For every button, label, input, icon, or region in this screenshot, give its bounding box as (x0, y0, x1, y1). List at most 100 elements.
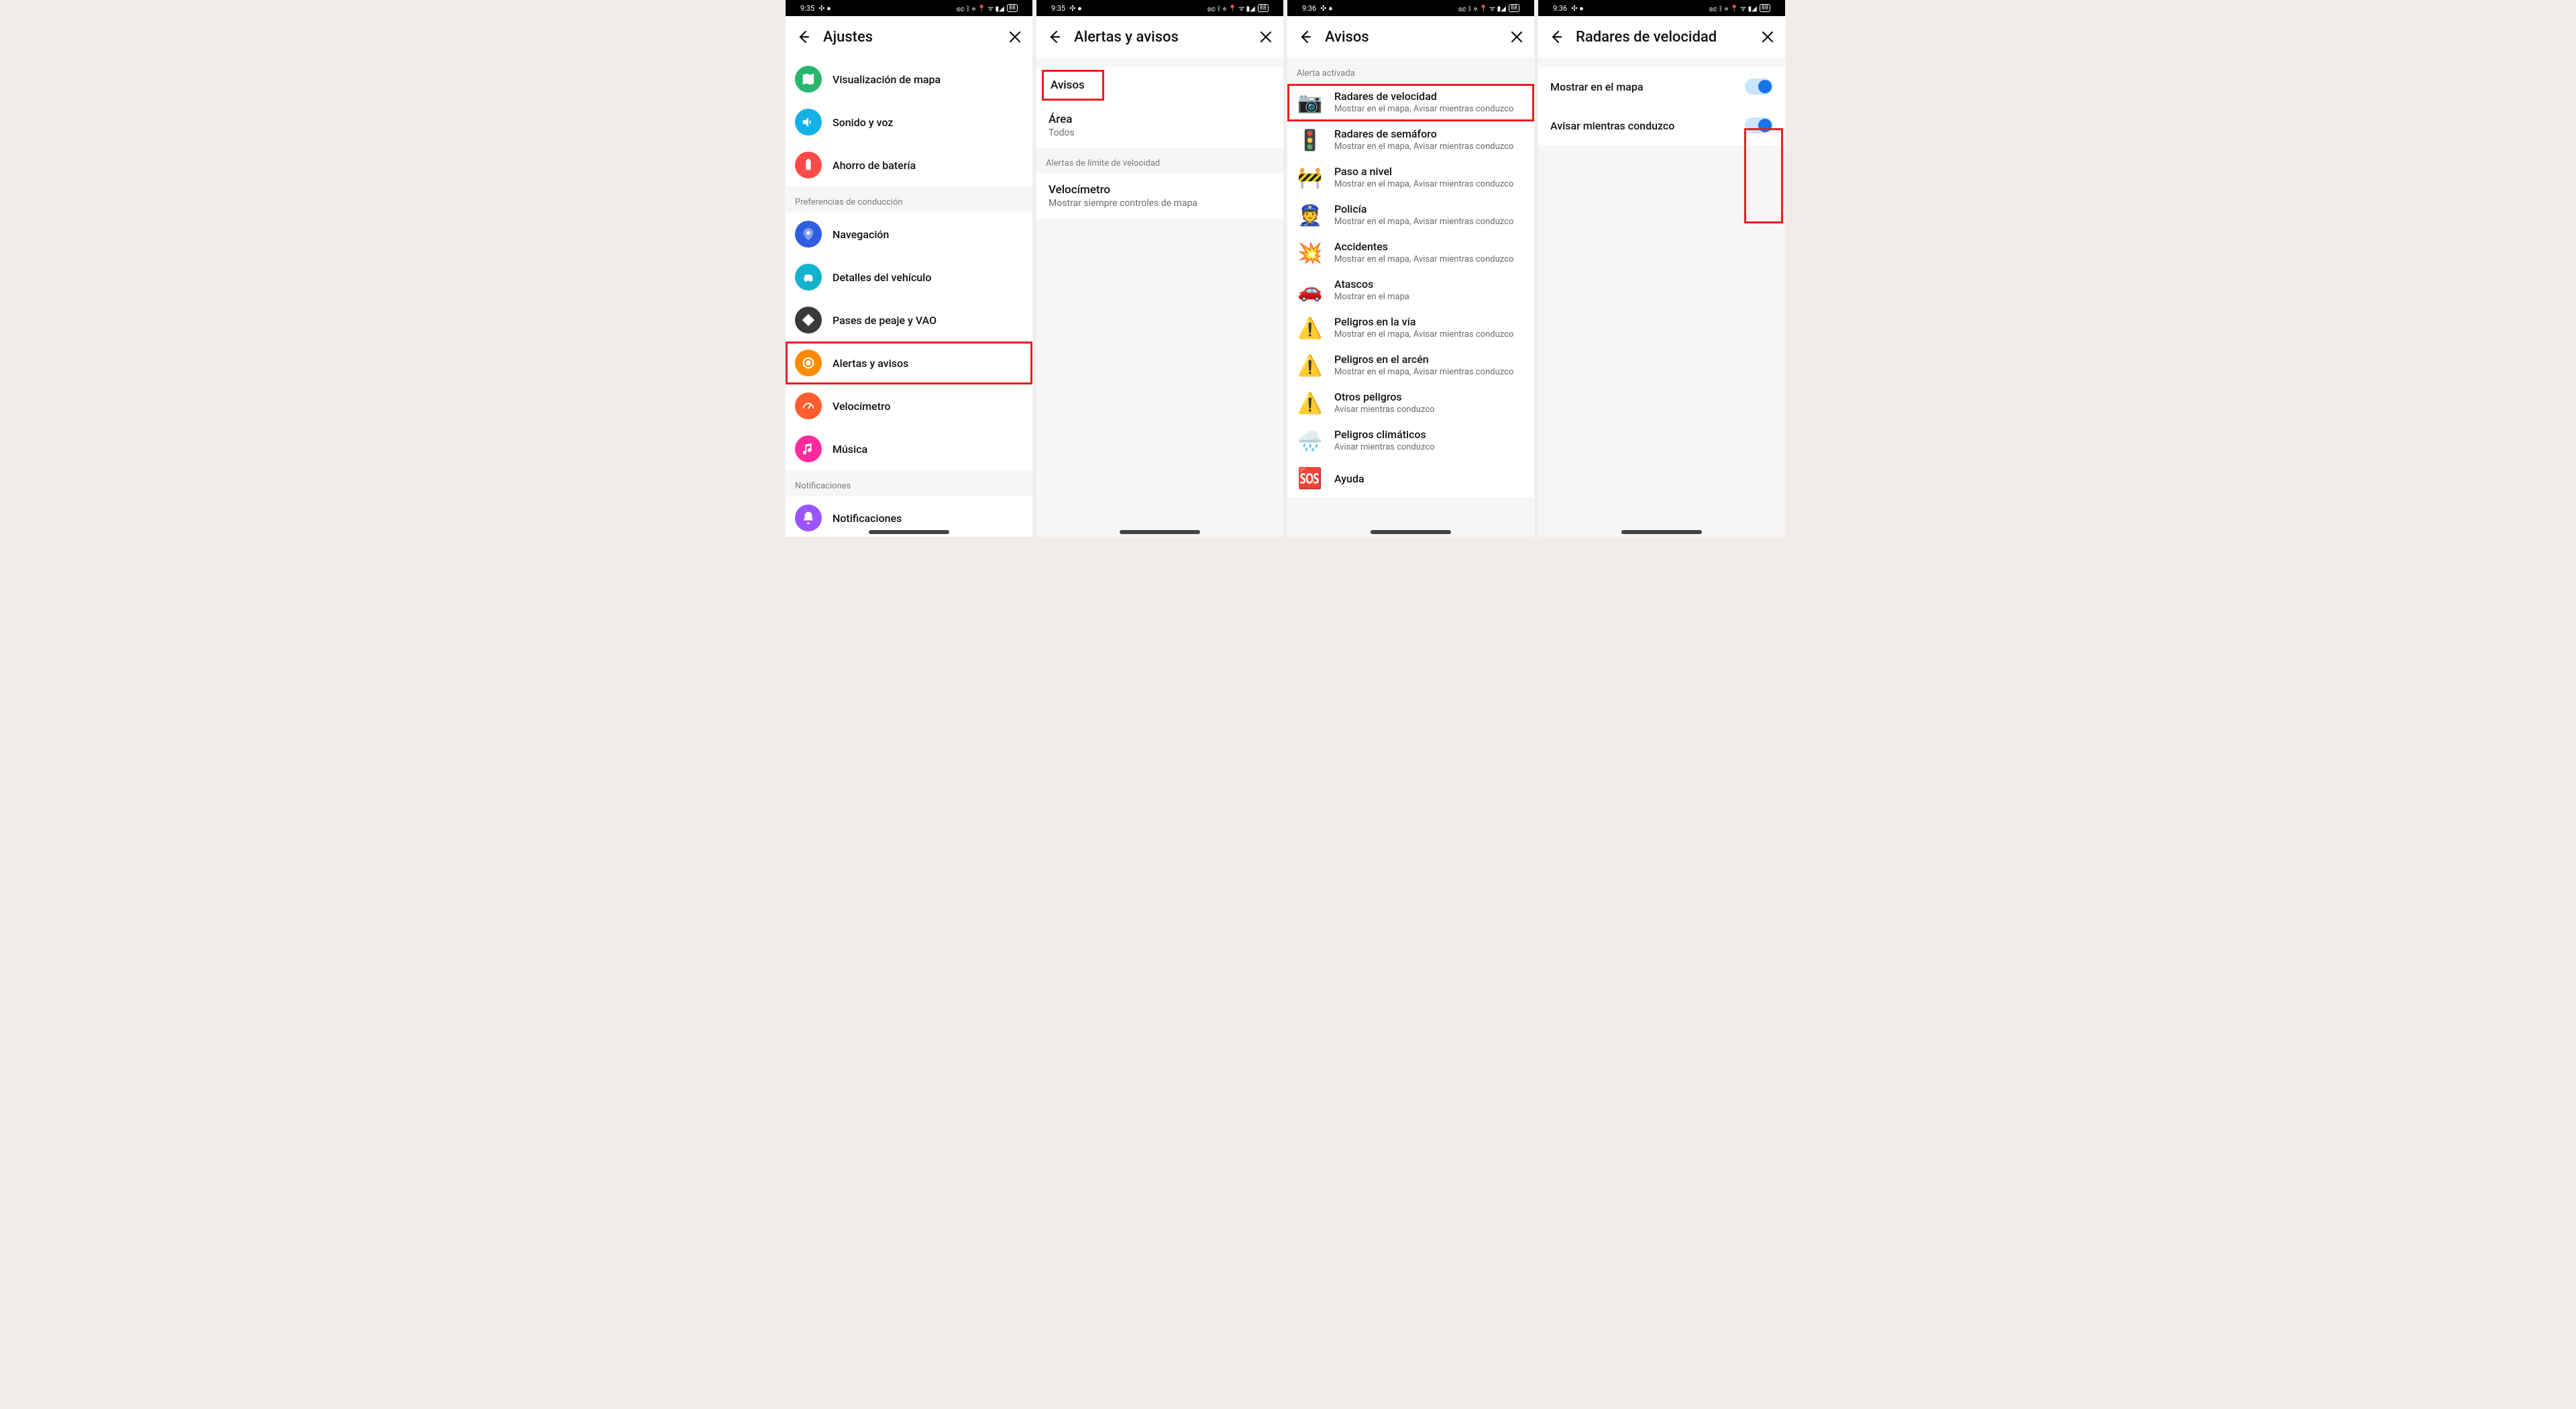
row-label: Peligros en la vía (1334, 315, 1525, 328)
aviso-item-7[interactable]: ⚠️Peligros en el arcénMostrar en el mapa… (1287, 347, 1534, 384)
aviso-icon: 🚧 (1297, 164, 1324, 191)
close-button[interactable] (1258, 29, 1274, 45)
back-button[interactable] (1548, 29, 1564, 45)
row-label: Navegación (833, 228, 1023, 241)
driving-item-1[interactable]: Detalles del vehículo (786, 256, 1032, 299)
driving-item-3[interactable]: Alertas y avisos (786, 342, 1032, 384)
aviso-icon: 💥 (1297, 240, 1324, 266)
aviso-item-9[interactable]: 🌧️ Peligros climáticosAvisar mientras con… (1287, 422, 1534, 460)
aviso-item-4[interactable]: 💥AccidentesMostrar en el mapa, Avisar mi… (1287, 234, 1534, 272)
aviso-item-3[interactable]: 👮PolicíaMostrar en el mapa, Avisar mient… (1287, 197, 1534, 234)
status-icons-left: ✣ ● (1571, 4, 1584, 13)
speed-icon (795, 393, 822, 419)
settings-item-2[interactable]: Ahorro de batería (786, 144, 1032, 187)
alerts-row-1[interactable]: ÁreaTodos (1036, 103, 1283, 148)
alerts-row-0[interactable]: Avisos (1036, 67, 1283, 103)
status-time: 9:36 (1553, 4, 1567, 13)
back-button[interactable] (1046, 29, 1062, 45)
music-icon (795, 435, 822, 462)
toggle-row-0: Mostrar en el mapa (1538, 67, 1785, 106)
row-label: Ayuda (1334, 472, 1525, 485)
row-label: Ahorro de batería (833, 159, 1023, 172)
settings-item-1[interactable]: Sonido y voz (786, 101, 1032, 144)
status-icons-right: ⓃⒻ ᛒ ✲ 📍 ᯤ ▮◢ (1709, 3, 1757, 13)
aviso-icon: 🚗 (1297, 277, 1324, 304)
aviso-icon: 📷 (1297, 89, 1324, 116)
status-bar: 9:35✣ ● ⓃⒻ ᛒ ✲ 📍 ᯤ ▮◢88 (1036, 0, 1283, 16)
nav-handle[interactable] (1120, 530, 1200, 534)
status-icons-left: ✣ ● (1320, 4, 1333, 13)
row-label: Paso a nivel (1334, 165, 1525, 178)
row-label: Radares de semáforo (1334, 127, 1525, 140)
row-sub: Mostrar en el mapa, Avisar mientras cond… (1334, 367, 1525, 378)
settings-item-0[interactable]: Visualización de mapa (786, 58, 1032, 101)
speed-row-0[interactable]: VelocímetroMostrar siempre controles de … (1036, 174, 1283, 218)
status-bar: 9:36✣ ● ⓃⒻ ᛒ ✲ 📍 ᯤ ▮◢88 (1538, 0, 1785, 16)
row-sub: Avisar mientras conduzco (1334, 405, 1525, 416)
screen-avisos: 9:36✣ ● ⓃⒻ ᛒ ✲ 📍 ᯤ ▮◢88 Avisos Alerta ac… (1287, 0, 1535, 537)
driving-item-0[interactable]: Navegación (786, 213, 1032, 256)
close-button[interactable] (1760, 29, 1776, 45)
aviso-icon: 👮 (1297, 202, 1324, 229)
toggle-switch[interactable] (1745, 79, 1773, 95)
driving-item-4[interactable]: Velocímetro (786, 384, 1032, 427)
page-title: Ajustes (823, 29, 995, 46)
aviso-item-8[interactable]: ⚠️ Otros peligros Avisar mientras conduzco (1287, 384, 1534, 422)
aviso-item-0[interactable]: 📷 Radares de velocidadMostrar en el mapa,… (1287, 84, 1534, 121)
screen-radares: 9:36✣ ● ⓃⒻ ᛒ ✲ 📍 ᯤ ▮◢88 Radares de veloc… (1538, 0, 1786, 537)
aviso-icon: ⚠️ (1297, 315, 1324, 342)
row-sub: Avisar mientras conduzco (1334, 442, 1525, 454)
status-time: 9:35 (1051, 4, 1065, 13)
page-title: Avisos (1325, 29, 1497, 46)
row-label: Detalles del vehículo (833, 271, 1023, 284)
section-notifications: Notificaciones (786, 470, 1032, 497)
close-button[interactable] (1509, 29, 1525, 45)
row-label: Avisos (1042, 70, 1104, 101)
nav-handle[interactable] (1621, 530, 1702, 534)
row-sub: Mostrar en el mapa (1334, 292, 1525, 303)
nav-handle[interactable] (1371, 530, 1451, 534)
aviso-icon: 🌧️ (1297, 427, 1324, 454)
section-driving: Preferencias de conducción (786, 187, 1032, 213)
screen-ajustes: 9:35✣ ● ⓃⒻ ᛒ ✲ 📍 ᯤ ▮◢88 Ajustes Visualiz… (785, 0, 1033, 537)
section-alert-active: Alerta activada (1287, 58, 1534, 84)
nav-icon (795, 221, 822, 248)
driving-item-5[interactable]: Música (786, 427, 1032, 470)
status-bar: 9:35✣ ● ⓃⒻ ᛒ ✲ 📍 ᯤ ▮◢88 (786, 0, 1032, 16)
driving-item-2[interactable]: Pases de peaje y VAO (786, 299, 1032, 342)
aviso-item-10[interactable]: 🆘Ayuda (1287, 460, 1534, 497)
row-label: Velocímetro (1049, 183, 1271, 197)
highlight-toggles (1746, 130, 1781, 221)
status-time: 9:36 (1302, 4, 1316, 13)
status-icons-left: ✣ ● (818, 4, 831, 13)
row-label: Sonido y voz (833, 116, 1023, 129)
page-title: Radares de velocidad (1576, 29, 1748, 46)
row-label: Otros peligros (1334, 390, 1525, 403)
row-label: Atascos (1334, 278, 1525, 291)
row-sub: Mostrar en el mapa, Avisar mientras cond… (1334, 179, 1525, 191)
bell-icon (795, 505, 822, 531)
row-sub: Mostrar en el mapa, Avisar mientras cond… (1334, 142, 1525, 153)
screen-alertas-y-avisos: 9:35✣ ● ⓃⒻ ᛒ ✲ 📍 ᯤ ▮◢88 Alertas y avisos… (1036, 0, 1284, 537)
nav-handle[interactable] (869, 530, 949, 534)
battery-icon: 88 (1258, 4, 1269, 12)
row-sub: Mostrar en el mapa, Avisar mientras cond… (1334, 104, 1525, 115)
aviso-item-5[interactable]: 🚗 AtascosMostrar en el mapa (1287, 272, 1534, 309)
row-label: Pases de peaje y VAO (833, 314, 1023, 327)
battery-icon (795, 152, 822, 178)
close-button[interactable] (1007, 29, 1023, 45)
aviso-item-1[interactable]: 🚦 Radares de semáforo Mostrar en el mapa, … (1287, 121, 1534, 159)
status-icons-right: ⓃⒻ ᛒ ✲ 📍 ᯤ ▮◢ (1208, 3, 1255, 13)
aviso-icon: 🚦 (1297, 127, 1324, 154)
aviso-icon: ⚠️ (1297, 390, 1324, 417)
status-bar: 9:36✣ ● ⓃⒻ ᛒ ✲ 📍 ᯤ ▮◢88 (1287, 0, 1534, 16)
row-sub: Mostrar en el mapa, Avisar mientras cond… (1334, 254, 1525, 266)
back-button[interactable] (795, 29, 811, 45)
row-label: Peligros climáticos (1334, 428, 1525, 441)
back-button[interactable] (1297, 29, 1313, 45)
aviso-item-2[interactable]: 🚧 Paso a nivelMostrar en el mapa, Avisar … (1287, 159, 1534, 197)
aviso-item-6[interactable]: ⚠️Peligros en la víaMostrar en el mapa, … (1287, 309, 1534, 347)
row-label: Alertas y avisos (833, 357, 1023, 370)
row-label: Radares de velocidad (1334, 90, 1525, 103)
toggle-label: Mostrar en el mapa (1550, 81, 1745, 93)
